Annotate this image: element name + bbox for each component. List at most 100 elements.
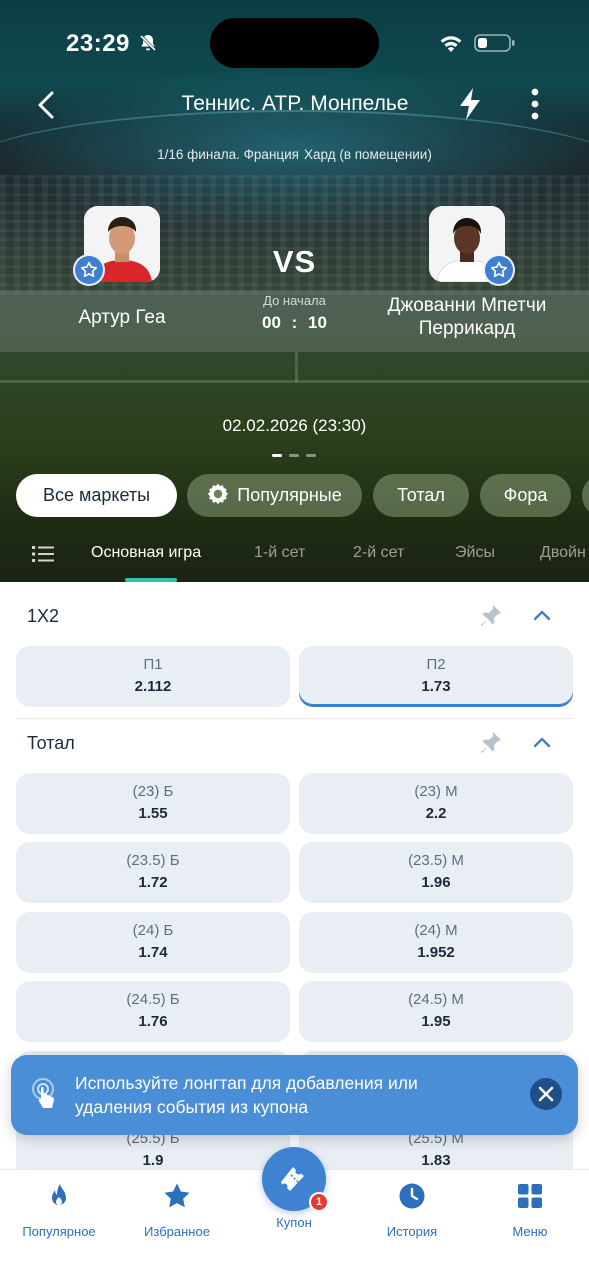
chip-label: Все маркеты: [42, 485, 151, 505]
odd-value: 1.952: [417, 944, 455, 961]
nav-label: История: [386, 1224, 438, 1239]
nav-history[interactable]: История: [353, 1178, 471, 1239]
battery-icon: [474, 34, 515, 52]
chip-total[interactable]: Тотал: [373, 474, 469, 517]
vs-label: VS: [272, 244, 317, 279]
odd-button-total-over[interactable]: (24.5) Б 1.76: [16, 981, 290, 1042]
coupon-count-badge: 1: [309, 1192, 329, 1212]
odd-value: 1.96: [421, 874, 451, 891]
chip-more[interactable]: [582, 474, 589, 517]
odd-button-total-under[interactable]: (24) М 1.952: [299, 912, 573, 973]
odd-button-total-under[interactable]: (23) М 2.2: [299, 773, 573, 834]
status-bar: 23:29: [0, 0, 589, 88]
odd-label: (24) М: [414, 922, 458, 939]
star-icon: [164, 1183, 190, 1208]
market-header-1x2[interactable]: 1X2: [0, 592, 589, 642]
carousel-dot: [306, 454, 316, 457]
chevron-up-icon[interactable]: [532, 733, 552, 753]
tab-main-game[interactable]: Основная игра: [91, 544, 201, 562]
chip-all-markets[interactable]: Все маркеты: [16, 474, 177, 517]
odd-label: (23.5) М: [408, 852, 464, 869]
bell-muted-icon: [139, 34, 157, 52]
pin-icon[interactable]: [479, 730, 503, 756]
clock: 23:29: [66, 30, 130, 57]
carousel-dots: [272, 454, 320, 458]
nav-menu[interactable]: Меню: [471, 1178, 589, 1239]
tab-set-2[interactable]: 2-й сет: [353, 544, 404, 562]
match-subtitle: 1/16 финала. Франция Хард (в помещении): [0, 147, 589, 162]
chevron-up-icon[interactable]: [532, 606, 552, 626]
court-line: [295, 352, 298, 382]
ticket-icon: [281, 1167, 304, 1191]
chip-label: Популярные: [237, 485, 342, 505]
lightning-icon[interactable]: [456, 86, 484, 122]
odd-value: 1.9: [142, 1152, 164, 1169]
wifi-icon: [440, 36, 462, 52]
clock-icon: [399, 1183, 425, 1209]
odd-value: 2.112: [134, 678, 172, 695]
odd-button-p2[interactable]: П2 1.73: [299, 646, 573, 707]
carousel-dot: [289, 454, 299, 457]
pin-icon[interactable]: [479, 603, 503, 629]
odd-label: П1: [143, 656, 163, 673]
tab-set-1[interactable]: 1-й сет: [254, 544, 305, 562]
toast-close-button[interactable]: [530, 1078, 562, 1110]
odd-button-p1[interactable]: П1 2.112: [16, 646, 290, 707]
list-icon[interactable]: [32, 544, 54, 564]
odd-value: 1.74: [138, 944, 168, 961]
nav-label: Популярное: [22, 1224, 96, 1239]
tab-aces[interactable]: Эйсы: [455, 544, 495, 562]
chip-label: Тотал: [397, 485, 445, 505]
match-header: 23:29 Теннис. ATP. Монпелье 1/16 финала.…: [0, 0, 589, 582]
odd-value: 1.76: [138, 1013, 168, 1030]
flame-icon: [52, 1184, 66, 1205]
nav-label[interactable]: Купон: [235, 1215, 353, 1230]
chip-label: Фора: [503, 485, 548, 505]
nav-label: Меню: [512, 1224, 548, 1239]
chip-popular[interactable]: Популярные: [187, 474, 362, 517]
odd-button-total-over[interactable]: (24) Б 1.74: [16, 912, 290, 973]
nav-favorites[interactable]: Избранное: [118, 1178, 236, 1239]
match-date: 02.02.2026 (23:30): [222, 416, 367, 435]
tap-gesture-icon: [32, 1078, 55, 1108]
close-icon: [538, 1086, 554, 1102]
tournament-stage: 1/16 финала. Франция: [157, 147, 299, 162]
gear-badge-icon: [208, 483, 229, 505]
odd-button-total-over[interactable]: (23) Б 1.55: [16, 773, 290, 834]
nav-popular[interactable]: Популярное: [0, 1178, 118, 1239]
tab-double-faults[interactable]: Двойн: [540, 544, 586, 562]
odd-button-total-under[interactable]: (24.5) М 1.95: [299, 981, 573, 1042]
odd-label: (23) Б: [132, 783, 174, 800]
odd-value: 1.55: [138, 805, 168, 822]
odd-label: (24) Б: [132, 922, 174, 939]
odd-value: 1.83: [421, 1152, 451, 1169]
market-header-total[interactable]: Тотал: [0, 719, 589, 769]
toast-message: Используйте лонгтап для добавления или у…: [75, 1073, 418, 1117]
market-title: 1X2: [27, 606, 60, 626]
dynamic-island: [210, 18, 379, 68]
market-filter-chips: Все маркеты Популярные Тотал Фора: [16, 474, 589, 518]
court-surface: Хард (в помещении): [303, 147, 432, 162]
player2-name: Джованни Мпетчи Перрикард: [387, 295, 547, 339]
more-vertical-icon[interactable]: [523, 86, 547, 122]
player1-name: Артур Геа: [78, 307, 166, 328]
odd-label: П2: [426, 656, 446, 673]
nav-label: Избранное: [144, 1224, 210, 1239]
back-icon[interactable]: [32, 88, 64, 122]
market-title: Тотал: [27, 733, 75, 753]
odd-label: (24.5) Б: [126, 991, 180, 1008]
odd-value: 1.73: [421, 678, 451, 695]
grid-icon: [518, 1184, 542, 1208]
odd-button-total-over[interactable]: (23.5) Б 1.72: [16, 842, 290, 903]
longtap-hint-toast: Используйте лонгтап для добавления или у…: [11, 1055, 578, 1135]
odd-value: 2.2: [425, 805, 447, 822]
odd-label: (24.5) М: [408, 991, 464, 1008]
chip-handicap[interactable]: Фора: [480, 474, 571, 517]
odd-button-total-under[interactable]: (23.5) М 1.96: [299, 842, 573, 903]
odd-label: (23) М: [414, 783, 458, 800]
odd-value: 1.72: [138, 874, 168, 891]
odd-label: (23.5) Б: [126, 852, 180, 869]
carousel-dot-active: [272, 454, 282, 457]
market-tabs: Основная игра 1-й сет 2-й сет Эйсы Двойн: [0, 532, 589, 582]
page-title: Теннис. ATP. Монпелье: [181, 92, 409, 115]
